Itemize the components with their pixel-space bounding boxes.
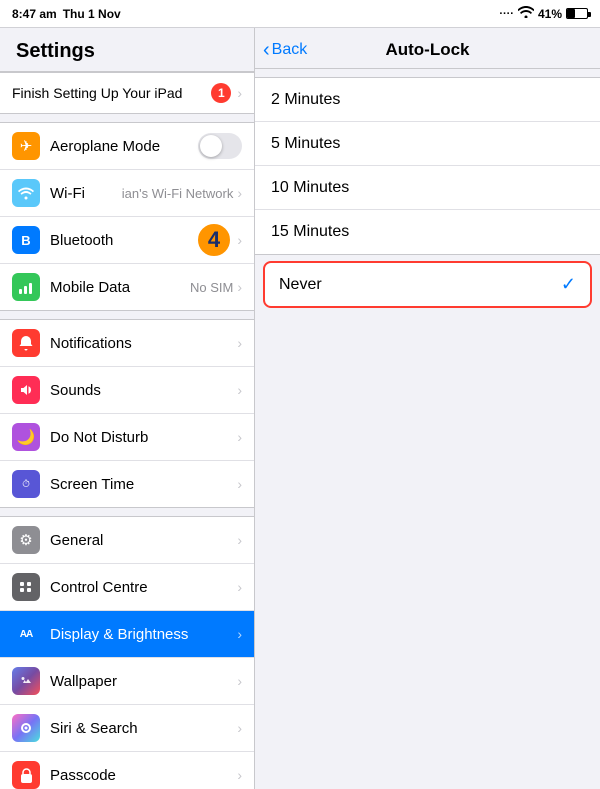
aeroplane-label: Aeroplane Mode bbox=[50, 138, 198, 155]
passcode-icon bbox=[12, 761, 40, 789]
sidebar-item-general[interactable]: ⚙ General › bbox=[0, 517, 254, 564]
autolock-list: 2 Minutes 5 Minutes 10 Minutes 15 Minute… bbox=[255, 77, 600, 255]
controlcentre-icon bbox=[12, 573, 40, 601]
mobiledata-chevron-icon: › bbox=[237, 279, 242, 295]
autolock-label-15min: 15 Minutes bbox=[271, 223, 349, 241]
system-section: ⚙ General › Control Centre › bbox=[0, 516, 254, 789]
sounds-icon bbox=[12, 376, 40, 404]
mobiledata-label: Mobile Data bbox=[50, 279, 190, 296]
battery-icon bbox=[566, 8, 588, 19]
autolock-label-10min: 10 Minutes bbox=[271, 179, 349, 197]
alerts-section: Notifications › Sounds › 🌙 Do Not Distur… bbox=[0, 319, 254, 508]
right-header: ‹ Back Auto-Lock bbox=[255, 28, 600, 69]
autolock-check-never: ✓ bbox=[561, 274, 576, 295]
sidebar-item-displaybrightness[interactable]: AA Display & Brightness › bbox=[0, 611, 254, 658]
autolock-item-5min[interactable]: 5 Minutes bbox=[255, 122, 600, 166]
finish-badge: 1 bbox=[211, 83, 231, 103]
bluetooth-label: Bluetooth bbox=[50, 232, 201, 249]
wallpaper-chevron-icon: › bbox=[237, 673, 242, 689]
mobiledata-value: No SIM bbox=[190, 280, 233, 295]
controlcentre-label: Control Centre bbox=[50, 579, 237, 596]
autolock-label-5min: 5 Minutes bbox=[271, 135, 340, 153]
finish-setup-item[interactable]: Finish Setting Up Your iPad 1 › bbox=[0, 73, 254, 113]
donotdisturb-icon: 🌙 bbox=[12, 423, 40, 451]
finish-chevron-icon: › bbox=[237, 85, 242, 101]
wifi-value: ian's Wi-Fi Network bbox=[122, 186, 234, 201]
sidebar-item-wallpaper[interactable]: Wallpaper › bbox=[0, 658, 254, 705]
sidebar-item-wifi[interactable]: Wi-Fi ian's Wi-Fi Network › bbox=[0, 170, 254, 217]
bluetooth-badge: 4 bbox=[198, 224, 230, 256]
back-chevron-icon: ‹ bbox=[263, 39, 270, 62]
sounds-label: Sounds bbox=[50, 382, 237, 399]
general-icon: ⚙ bbox=[12, 526, 40, 554]
sidebar-item-donotdisturb[interactable]: 🌙 Do Not Disturb › bbox=[0, 414, 254, 461]
wifi-setting-icon bbox=[12, 179, 40, 207]
general-label: General bbox=[50, 532, 237, 549]
signal-icon: ···· bbox=[499, 8, 514, 20]
donotdisturb-label: Do Not Disturb bbox=[50, 429, 237, 446]
settings-title: Settings bbox=[0, 28, 254, 72]
autolock-item-15min[interactable]: 15 Minutes bbox=[255, 210, 600, 254]
settings-panel: Settings Finish Setting Up Your iPad 1 ›… bbox=[0, 28, 255, 789]
displaybrightness-label: Display & Brightness bbox=[50, 626, 237, 643]
back-label: Back bbox=[272, 41, 308, 59]
bluetooth-chevron-icon: › bbox=[237, 232, 242, 248]
back-button[interactable]: ‹ Back bbox=[263, 39, 307, 62]
notifications-icon bbox=[12, 329, 40, 357]
sidebar-item-mobiledata[interactable]: Mobile Data No SIM › bbox=[0, 264, 254, 310]
general-chevron-icon: › bbox=[237, 532, 242, 548]
wifi-icon bbox=[518, 6, 534, 21]
autolock-item-2min[interactable]: 2 Minutes bbox=[255, 78, 600, 122]
screentime-icon: ⏱ bbox=[12, 470, 40, 498]
sidebar-item-notifications[interactable]: Notifications › bbox=[0, 320, 254, 367]
wallpaper-icon bbox=[12, 667, 40, 695]
sidebar-item-passcode[interactable]: Passcode › bbox=[0, 752, 254, 789]
main-layout: Settings Finish Setting Up Your iPad 1 ›… bbox=[0, 28, 600, 789]
siri-icon bbox=[12, 714, 40, 742]
sidebar-item-sounds[interactable]: Sounds › bbox=[0, 367, 254, 414]
battery-text: 41% bbox=[538, 7, 562, 21]
screentime-chevron-icon: › bbox=[237, 476, 242, 492]
sidebar-item-bluetooth[interactable]: B Bluetooth 4 › bbox=[0, 217, 254, 264]
sidebar-item-screentime[interactable]: ⏱ Screen Time › bbox=[0, 461, 254, 507]
right-panel: ‹ Back Auto-Lock 2 Minutes 5 Minutes 10 … bbox=[255, 28, 600, 789]
passcode-chevron-icon: › bbox=[237, 767, 242, 783]
autolock-title: Auto-Lock bbox=[385, 40, 469, 60]
settings-list: Finish Setting Up Your iPad 1 › ✈ Aeropl… bbox=[0, 72, 254, 789]
sidebar-item-sirisearch[interactable]: Siri & Search › bbox=[0, 705, 254, 752]
displaybrightness-chevron-icon: › bbox=[237, 626, 242, 642]
displaybrightness-icon: AA bbox=[12, 620, 40, 648]
status-time: 8:47 am bbox=[12, 7, 57, 21]
status-date: Thu 1 Nov bbox=[63, 7, 121, 21]
sirisearch-label: Siri & Search bbox=[50, 720, 237, 737]
finish-setup-label: Finish Setting Up Your iPad bbox=[12, 85, 211, 101]
mobiledata-icon bbox=[12, 273, 40, 301]
autolock-label-2min: 2 Minutes bbox=[271, 91, 340, 109]
passcode-label: Passcode bbox=[50, 767, 237, 784]
status-bar-left: 8:47 am Thu 1 Nov bbox=[12, 7, 121, 21]
donotdisturb-chevron-icon: › bbox=[237, 429, 242, 445]
wifi-chevron-icon: › bbox=[237, 185, 242, 201]
sidebar-item-controlcentre[interactable]: Control Centre › bbox=[0, 564, 254, 611]
bluetooth-icon: B bbox=[12, 226, 40, 254]
controlcentre-chevron-icon: › bbox=[237, 579, 242, 595]
aeroplane-icon: ✈ bbox=[12, 132, 40, 160]
autolock-item-10min[interactable]: 10 Minutes bbox=[255, 166, 600, 210]
aeroplane-toggle[interactable] bbox=[198, 133, 242, 159]
autolock-label-never: Never bbox=[279, 276, 322, 294]
finish-setup-section: Finish Setting Up Your iPad 1 › bbox=[0, 72, 254, 114]
sounds-chevron-icon: › bbox=[237, 382, 242, 398]
autolock-item-never[interactable]: Never ✓ bbox=[263, 261, 592, 308]
status-bar: 8:47 am Thu 1 Nov ···· 41% bbox=[0, 0, 600, 28]
screentime-label: Screen Time bbox=[50, 476, 237, 493]
wifi-label: Wi-Fi bbox=[50, 185, 122, 202]
wallpaper-label: Wallpaper bbox=[50, 673, 237, 690]
status-bar-right: ···· 41% bbox=[499, 6, 588, 21]
sidebar-item-aeroplane[interactable]: ✈ Aeroplane Mode bbox=[0, 123, 254, 170]
sirisearch-chevron-icon: › bbox=[237, 720, 242, 736]
notifications-chevron-icon: › bbox=[237, 335, 242, 351]
notifications-label: Notifications bbox=[50, 335, 237, 352]
connectivity-section: ✈ Aeroplane Mode Wi-Fi ian's Wi-Fi Netw bbox=[0, 122, 254, 311]
